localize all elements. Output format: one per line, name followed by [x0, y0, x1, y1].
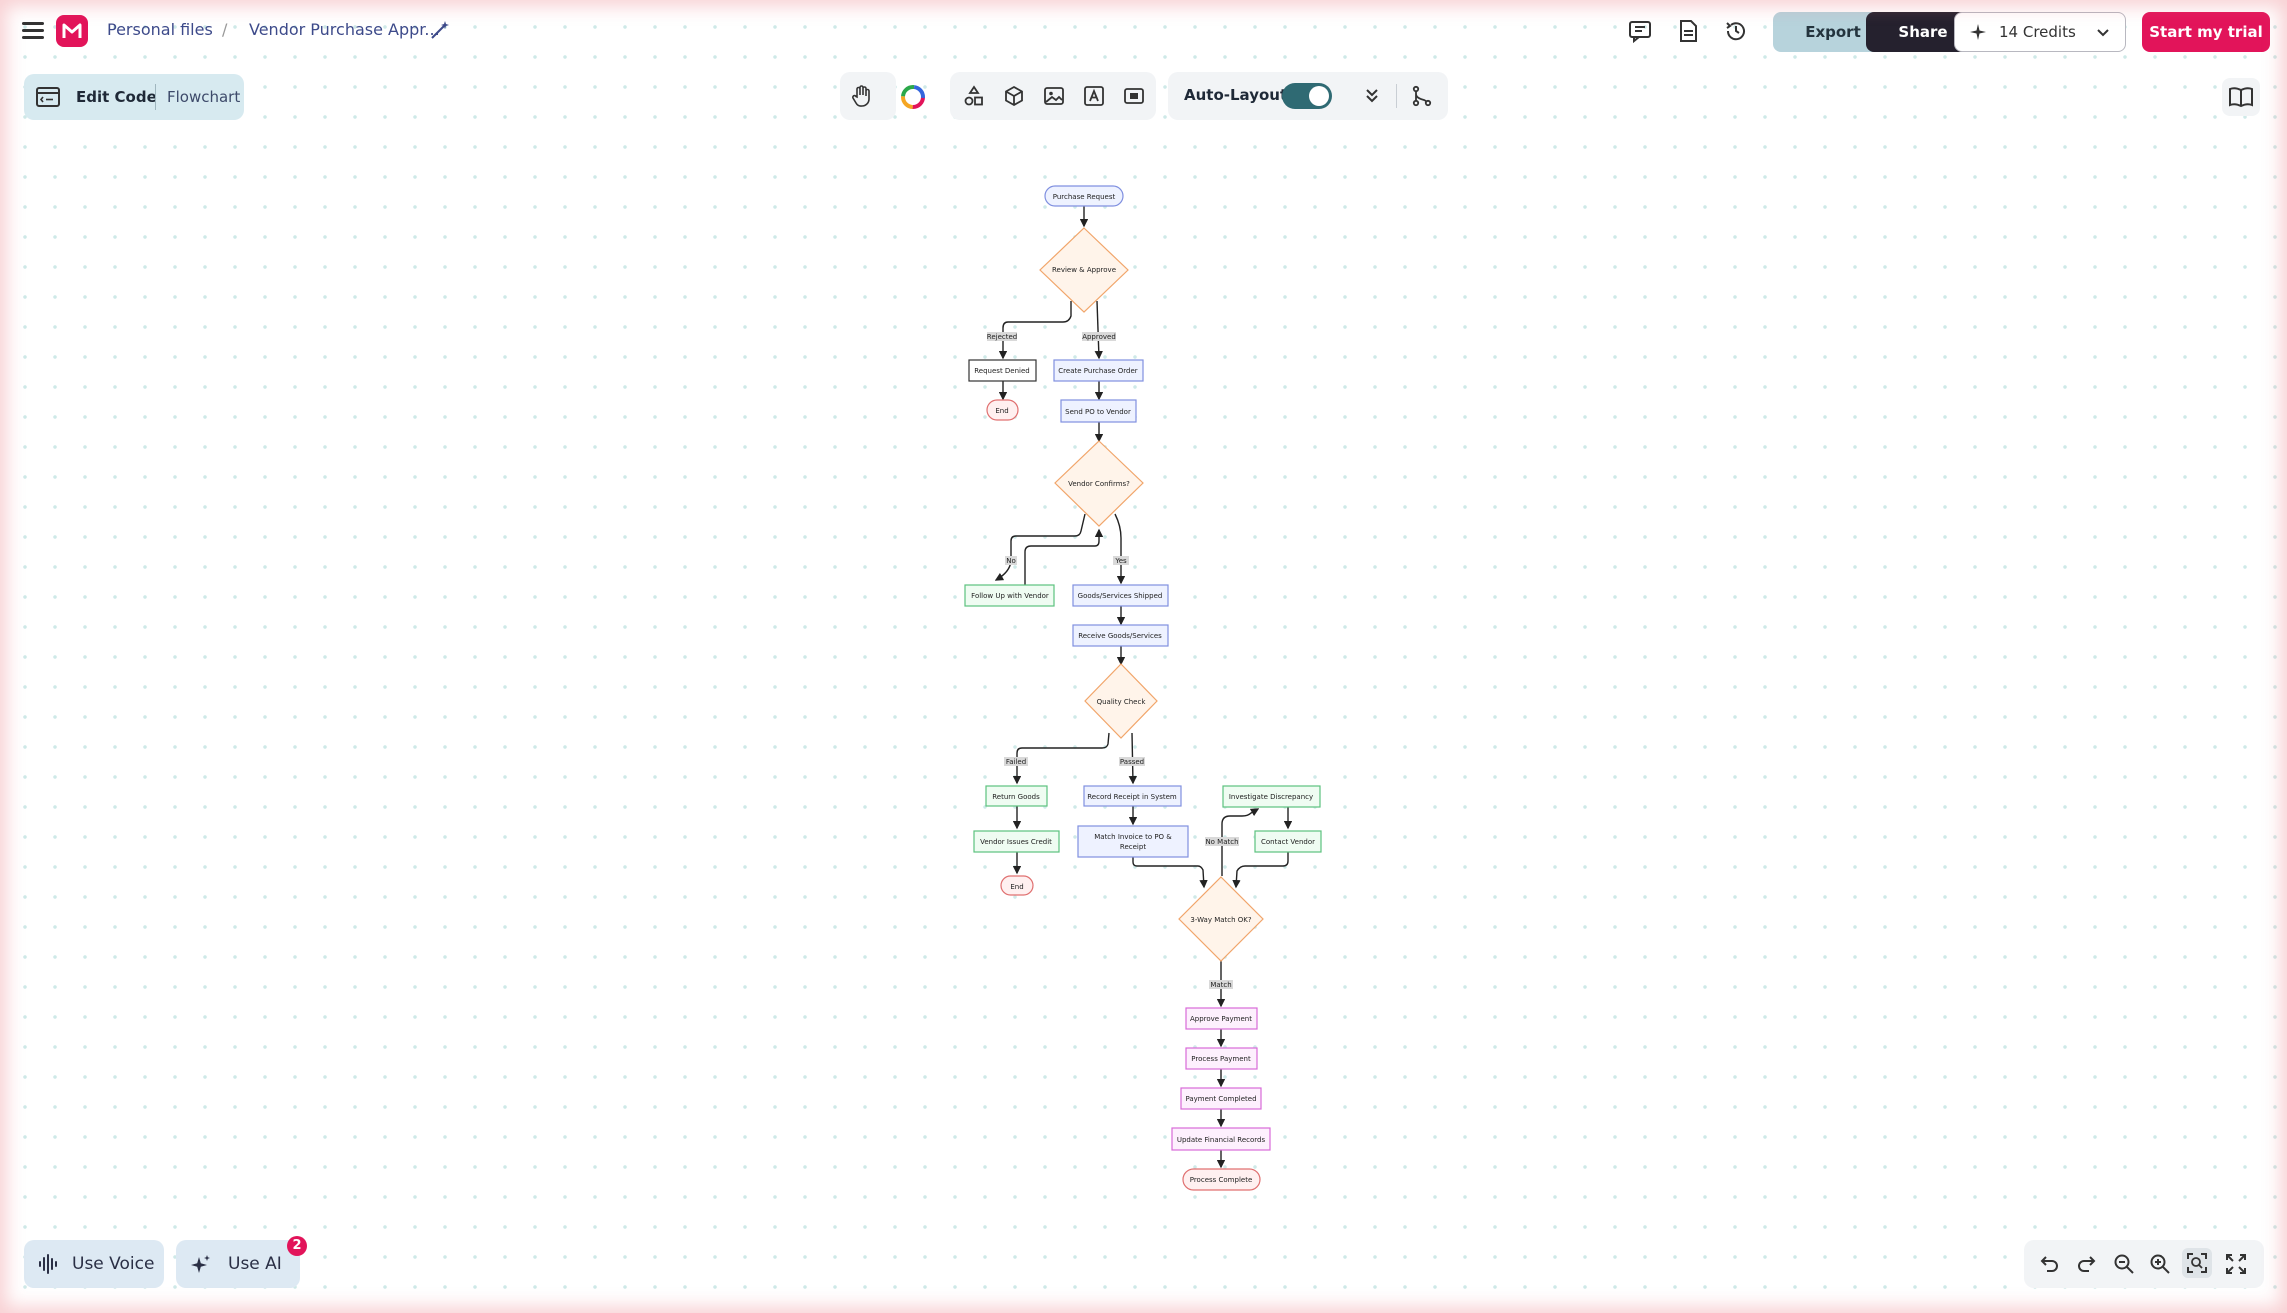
node-send-po[interactable]: Send PO to Vendor [1060, 399, 1137, 423]
voice-icon [38, 1254, 60, 1278]
edge-label-passed: Passed [1120, 758, 1144, 766]
node-follow-up[interactable]: Follow Up with Vendor [964, 584, 1055, 607]
node-investigate[interactable]: Investigate Discrepancy [1222, 785, 1321, 808]
node-vendor-confirms[interactable]: Vendor Confirms? [1054, 440, 1144, 527]
edge [994, 513, 1086, 581]
edge-label-yes: Yes [1114, 557, 1127, 565]
node-label: Process Payment [1191, 1055, 1251, 1063]
use-voice-label: Use Voice [72, 1254, 155, 1274]
node-create-po[interactable]: Create Purchase Order [1053, 359, 1144, 382]
zoom-controls [2024, 1240, 2264, 1288]
edge [1114, 513, 1126, 585]
node-purchase-request[interactable]: Purchase Request [1044, 185, 1124, 207]
node-update-records[interactable]: Update Financial Records [1171, 1127, 1271, 1151]
edge-label-approved: Approved [1082, 333, 1116, 341]
edge [1094, 300, 1103, 360]
node-label: Investigate Discrepancy [1229, 793, 1313, 801]
node-vendor-credit[interactable]: Vendor Issues Credit [973, 830, 1060, 853]
node-end-2[interactable]: End [1000, 875, 1034, 896]
fullscreen-icon[interactable] [2224, 1252, 2248, 1276]
node-quality-check[interactable]: Quality Check [1084, 663, 1158, 739]
node-approve-payment[interactable]: Approve Payment [1185, 1007, 1258, 1030]
ai-notification-badge: 2 [287, 1236, 307, 1256]
node-label: End [995, 407, 1008, 415]
node-three-way-match[interactable]: 3-Way Match OK? [1178, 876, 1264, 962]
node-label: Approve Payment [1190, 1015, 1252, 1023]
edge [1024, 528, 1104, 585]
node-label: Match Invoice to PO & [1094, 833, 1172, 841]
node-label: Vendor Confirms? [1068, 480, 1130, 488]
node-return-goods[interactable]: Return Goods [985, 785, 1048, 807]
edge-label-failed: Failed [1006, 758, 1026, 766]
node-label: Contact Vendor [1261, 838, 1315, 846]
edge-label-rejected: Rejected [987, 333, 1017, 341]
flowchart-canvas[interactable]: Rejected Approved No Yes Failed Passed N… [0, 0, 2287, 1313]
node-label: Process Complete [1190, 1176, 1253, 1184]
use-voice-button[interactable]: Use Voice [24, 1240, 164, 1288]
edge-label-no-match: No Match [1205, 838, 1238, 846]
zoom-out-icon[interactable] [2112, 1252, 2136, 1276]
edge [998, 301, 1072, 360]
sparkle-icon [190, 1254, 212, 1280]
node-label: Return Goods [992, 793, 1040, 801]
edge [1232, 852, 1289, 889]
fit-screen-icon[interactable] [2182, 1248, 2212, 1278]
node-label: Update Financial Records [1177, 1136, 1266, 1144]
node-label: Vendor Issues Credit [980, 838, 1052, 846]
node-record-receipt[interactable]: Record Receipt in System [1083, 785, 1182, 807]
node-process-complete[interactable]: Process Complete [1182, 1168, 1261, 1191]
node-goods-shipped[interactable]: Goods/Services Shipped [1072, 584, 1169, 607]
node-contact-vendor[interactable]: Contact Vendor [1254, 830, 1322, 853]
node-label: Quality Check [1097, 698, 1147, 706]
edge-label-match: Match [1210, 981, 1231, 989]
node-receive-goods[interactable]: Receive Goods/Services [1072, 624, 1169, 647]
node-label: Send PO to Vendor [1065, 408, 1131, 416]
node-label: Record Receipt in System [1087, 793, 1177, 801]
node-label: Goods/Services Shipped [1078, 592, 1163, 600]
node-label: 3-Way Match OK? [1190, 916, 1252, 924]
node-payment-completed[interactable]: Payment Completed [1180, 1087, 1262, 1110]
node-label: Follow Up with Vendor [971, 592, 1049, 600]
use-ai-label: Use AI [228, 1254, 282, 1274]
node-label: Review & Approve [1052, 266, 1116, 274]
use-ai-button[interactable]: Use AI [176, 1240, 300, 1288]
node-label: Receive Goods/Services [1078, 632, 1162, 640]
undo-icon[interactable] [2038, 1252, 2062, 1276]
node-match-invoice[interactable]: Match Invoice to PO & Receipt [1077, 825, 1189, 858]
node-label: Request Denied [974, 367, 1030, 375]
node-label: Receipt [1120, 843, 1146, 851]
node-end-1[interactable]: End [986, 399, 1019, 421]
edge [1132, 857, 1208, 889]
node-process-payment[interactable]: Process Payment [1185, 1047, 1258, 1070]
edge-label-no: No [1006, 557, 1016, 565]
node-review-approve[interactable]: Review & Approve [1039, 227, 1129, 313]
node-label: Create Purchase Order [1058, 367, 1138, 375]
edge [1012, 732, 1110, 785]
node-label: Payment Completed [1185, 1095, 1256, 1103]
node-request-denied[interactable]: Request Denied [968, 359, 1037, 382]
node-label: Purchase Request [1053, 193, 1116, 201]
zoom-in-icon[interactable] [2148, 1252, 2172, 1276]
node-label: End [1010, 883, 1023, 891]
redo-icon[interactable] [2074, 1252, 2098, 1276]
